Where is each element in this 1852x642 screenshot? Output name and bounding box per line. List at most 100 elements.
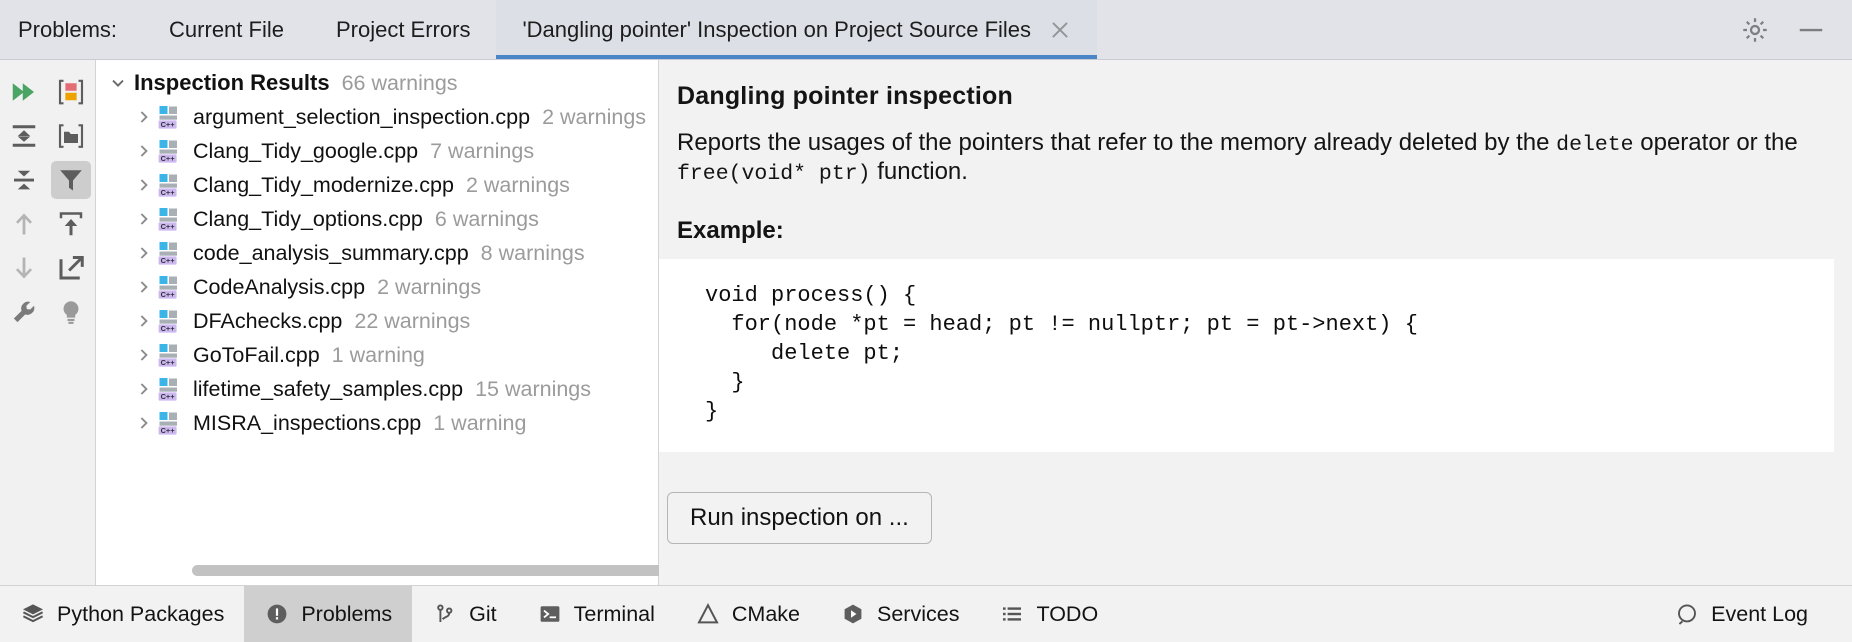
tree-file-row[interactable]: C++ code_analysis_summary.cpp 8 warnings — [96, 236, 658, 270]
gear-icon[interactable] — [1740, 15, 1770, 45]
git-branch-icon — [432, 601, 458, 627]
inspection-tree-panel: Inspection Results 66 warnings C++argume… — [96, 60, 659, 585]
cpp-file-icon: C++ — [158, 308, 184, 334]
tab-dangling-pointer-inspection[interactable]: 'Dangling pointer' Inspection on Project… — [496, 0, 1097, 59]
inspection-description: Dangling pointer inspection Reports the … — [659, 60, 1852, 259]
tree-file-name: Clang_Tidy_modernize.cpp — [193, 173, 454, 198]
inspection-title: Dangling pointer inspection — [677, 82, 1822, 111]
status-item-label: Terminal — [574, 602, 655, 627]
status-item-cmake[interactable]: CMake — [675, 586, 820, 642]
wrench-icon — [10, 298, 38, 326]
tab-underline — [143, 55, 310, 59]
tree-file-row[interactable]: C++MISRA_inspections.cpp1 warning — [96, 406, 658, 440]
status-item-todo[interactable]: TODO — [979, 586, 1118, 642]
tab-bar-actions — [1740, 15, 1852, 45]
tree-file-name: GoToFail.cpp — [193, 343, 320, 368]
open-in-new-window-button[interactable] — [51, 249, 91, 287]
minimize-icon[interactable] — [1796, 15, 1826, 45]
example-code-block: void process() { for(node *pt = head; pt… — [659, 259, 1834, 452]
tree-file-count: 8 warnings — [481, 241, 585, 266]
exclamation-circle-icon — [264, 601, 290, 627]
chevron-right-icon[interactable] — [130, 168, 158, 202]
svg-text:C++: C++ — [161, 358, 176, 367]
status-item-problems[interactable]: Problems — [244, 586, 412, 642]
tree-file-name: code_analysis_summary.cpp — [193, 241, 469, 266]
rerun-inspection-button[interactable] — [4, 73, 44, 111]
settings-wrench-button[interactable] — [4, 293, 44, 331]
tree-root-inspection-results[interactable]: Inspection Results 66 warnings — [96, 66, 658, 100]
tree-file-row[interactable]: C++Clang_Tidy_google.cpp7 warnings — [96, 134, 658, 168]
tree-file-row[interactable]: C++ GoToFail.cpp 1 warning — [96, 338, 658, 372]
chevron-right-icon[interactable] — [130, 100, 158, 134]
chevron-right-icon[interactable] — [130, 304, 158, 338]
inspection-tree[interactable]: Inspection Results 66 warnings C++argume… — [96, 60, 658, 563]
previous-problem-button[interactable] — [4, 205, 44, 243]
cpp-file-icon: C++ — [158, 308, 184, 334]
group-by-directory-button[interactable] — [51, 117, 91, 155]
status-item-event-log[interactable]: Event Log — [1654, 586, 1828, 642]
arrow-up-icon — [9, 209, 39, 239]
cpp-file-icon: C++ — [158, 206, 184, 232]
tree-file-name: lifetime_safety_samples.cpp — [193, 377, 463, 402]
expand-all-button[interactable] — [4, 117, 44, 155]
export-up-icon — [56, 209, 86, 239]
tree-file-rows: C++argument_selection_inspection.cpp2 wa… — [96, 100, 658, 440]
next-problem-button[interactable] — [4, 249, 44, 287]
status-item-label: Services — [877, 602, 959, 627]
chevron-down-icon[interactable] — [104, 66, 132, 100]
cpp-file-icon: C++ — [158, 240, 184, 266]
tab-bar: Problems: Current File Project Errors 'D… — [0, 0, 1852, 60]
collapse-all-icon — [9, 165, 39, 195]
cpp-file-icon: C++ — [158, 104, 184, 130]
toolbar-cell — [0, 290, 48, 334]
chevron-right-icon[interactable] — [130, 338, 158, 372]
filter-inspections-button[interactable] — [51, 161, 91, 199]
status-item-terminal[interactable]: Terminal — [517, 586, 675, 642]
tree-file-row[interactable]: C++Clang_Tidy_options.cpp6 warnings — [96, 202, 658, 236]
status-item-python-packages[interactable]: Python Packages — [0, 586, 244, 642]
toolbar-cell — [0, 158, 48, 202]
tree-file-row[interactable]: C++lifetime_safety_samples.cpp15 warning… — [96, 372, 658, 406]
chevron-right-icon[interactable] — [130, 270, 158, 304]
status-item-label: Problems — [301, 602, 392, 627]
tab-current-file[interactable]: Current File — [143, 0, 310, 59]
status-item-services[interactable]: Services — [820, 586, 979, 642]
run-inspection-button[interactable]: Run inspection on ... — [667, 492, 932, 544]
toolbar-cell — [48, 246, 96, 290]
toolbar-cell — [48, 158, 96, 202]
chevron-right-icon[interactable] — [130, 406, 158, 440]
svg-text:C++: C++ — [161, 256, 176, 265]
cpp-file-icon: C++ — [158, 274, 184, 300]
severity-swatches-icon — [56, 77, 86, 107]
tree-file-row[interactable]: C++DFAchecks.cpp22 warnings — [96, 304, 658, 338]
collapse-all-button[interactable] — [4, 161, 44, 199]
chevron-right-icon[interactable] — [130, 372, 158, 406]
tree-file-name: CodeAnalysis.cpp — [193, 275, 365, 300]
tree-file-count: 22 warnings — [354, 309, 470, 334]
tab-project-errors[interactable]: Project Errors — [310, 0, 496, 59]
quick-fix-button[interactable] — [51, 293, 91, 331]
status-item-label: TODO — [1036, 602, 1098, 627]
svg-text:C++: C++ — [161, 188, 176, 197]
double-play-icon — [9, 77, 39, 107]
tree-file-count: 1 warning — [332, 343, 425, 368]
scrollbar-thumb[interactable] — [192, 565, 692, 576]
tree-horizontal-scrollbar[interactable] — [96, 563, 658, 585]
tree-file-row[interactable]: C++Clang_Tidy_modernize.cpp2 warnings — [96, 168, 658, 202]
chevron-right-icon[interactable] — [130, 134, 158, 168]
tree-file-row[interactable]: C++argument_selection_inspection.cpp2 wa… — [96, 100, 658, 134]
tab-label: Current File — [169, 17, 284, 43]
tree-file-count: 2 warnings — [377, 275, 481, 300]
export-to-file-button[interactable] — [51, 205, 91, 243]
status-item-git[interactable]: Git — [412, 586, 516, 642]
main-area: Inspection Results 66 warnings C++argume… — [0, 60, 1852, 585]
chevron-right-icon[interactable] — [130, 202, 158, 236]
severity-filter-button[interactable] — [51, 73, 91, 111]
status-item-label: Event Log — [1711, 602, 1808, 627]
tree-file-count: 6 warnings — [435, 207, 539, 232]
toolbar-cell — [0, 202, 48, 246]
close-icon[interactable] — [1049, 19, 1071, 41]
tree-file-row[interactable]: C++ CodeAnalysis.cpp 2 warnings — [96, 270, 658, 304]
toolbar-cell — [0, 114, 48, 158]
chevron-right-icon[interactable] — [130, 236, 158, 270]
